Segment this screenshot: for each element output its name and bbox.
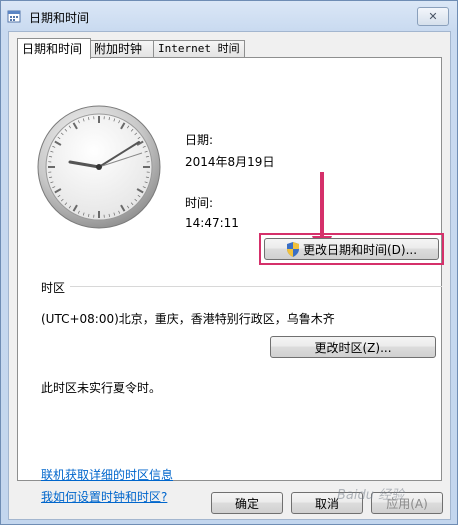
- baidu-watermark: Baidu 经验: [337, 488, 405, 503]
- change-timezone-button[interactable]: 更改时区(Z)...: [270, 336, 436, 358]
- analog-clock: [37, 105, 161, 229]
- timezone-section-label: 时区: [41, 281, 66, 295]
- cancel-label: 取消: [314, 496, 339, 511]
- how-to-set-clock-link[interactable]: 我如何设置时钟和时区?: [41, 488, 167, 505]
- ok-button[interactable]: 确定: [211, 492, 283, 514]
- dst-note: 此时区未实行夏令时。: [41, 381, 162, 395]
- ok-label: 确定: [234, 496, 259, 511]
- change-date-time-button[interactable]: 更改日期和时间(D)...: [264, 238, 439, 260]
- time-label: 时间:: [185, 196, 214, 210]
- title-bar[interactable]: 日期和时间 ✕: [1, 1, 457, 31]
- window-title: 日期和时间: [29, 11, 90, 25]
- dialog-window: 日期和时间 ✕ 日期和时间 附加时钟 Internet 时间 日期: 2014年…: [0, 0, 458, 525]
- change-timezone-label: 更改时区(Z)...: [314, 340, 392, 355]
- time-value: 14:47:11: [185, 216, 239, 230]
- timezone-separator: [70, 286, 442, 287]
- close-button[interactable]: ✕: [417, 7, 449, 26]
- change-date-time-label: 更改日期和时间(D)...: [302, 242, 418, 257]
- tab-date-time[interactable]: 日期和时间: [17, 38, 91, 59]
- tab-internet-time[interactable]: Internet 时间: [153, 40, 245, 57]
- tab-additional-clocks[interactable]: 附加时钟: [89, 40, 155, 57]
- timezone-value: (UTC+08:00)北京，重庆，香港特别行政区，乌鲁木齐: [41, 312, 335, 326]
- tab-panel: 日期: 2014年8月19日 时间: 14:47:11 更改日期和时间(D)..…: [17, 57, 444, 504]
- date-value: 2014年8月19日: [185, 155, 275, 169]
- calendar-icon: [7, 10, 21, 23]
- online-timezone-info-link[interactable]: 联机获取详细的时区信息: [41, 466, 173, 483]
- date-label: 日期:: [185, 133, 214, 147]
- uac-shield-icon: [286, 241, 299, 257]
- dialog-client-area: 日期和时间 附加时钟 Internet 时间 日期: 2014年8月19日 时间…: [8, 31, 451, 520]
- close-icon: ✕: [428, 10, 438, 23]
